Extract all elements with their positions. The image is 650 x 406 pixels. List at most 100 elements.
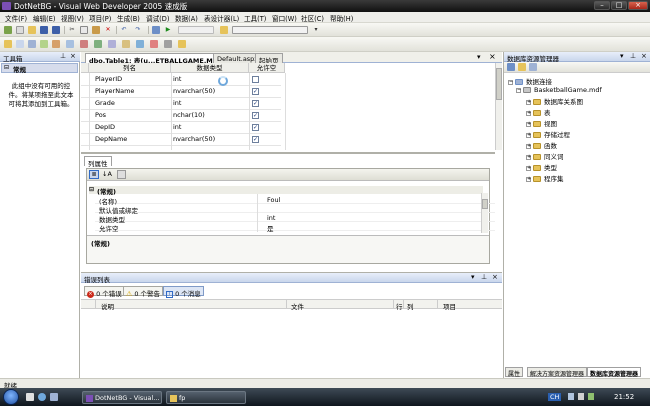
- toolbar-misc-icon-8[interactable]: [164, 40, 172, 48]
- menu-build[interactable]: 生成(B): [117, 13, 140, 23]
- relationships-icon[interactable]: [16, 40, 24, 48]
- save-icon[interactable]: [40, 26, 48, 34]
- connect-database-icon[interactable]: [518, 63, 526, 71]
- allow-nulls-checkbox[interactable]: ✓: [252, 100, 259, 107]
- check-constraints-icon[interactable]: [40, 40, 48, 48]
- error-list-pin-icon[interactable]: ⊥: [481, 273, 487, 281]
- db-close-icon[interactable]: ×: [641, 52, 647, 60]
- menu-edit[interactable]: 编辑(E): [33, 13, 56, 23]
- tree-node-folder[interactable]: + 表: [526, 107, 551, 117]
- paste-icon[interactable]: [92, 26, 100, 34]
- tab-table-designer[interactable]: dbo.Table1: 表(u...ETBALLGAME.MDF)*: [85, 53, 233, 65]
- allow-nulls-checkbox[interactable]: ✓: [252, 88, 259, 95]
- allow-nulls-checkbox[interactable]: ✓: [252, 136, 259, 143]
- error-list-close-icon[interactable]: ×: [492, 273, 498, 281]
- network-icon[interactable]: [588, 393, 594, 400]
- indexes-icon[interactable]: [28, 40, 36, 48]
- tree-node-folder[interactable]: + 函数: [526, 140, 557, 150]
- tab-start-page[interactable]: 起始页: [255, 53, 283, 65]
- tree-node-folder[interactable]: + 程序集: [526, 173, 564, 183]
- show-desktop-icon[interactable]: [26, 393, 34, 401]
- alphabetical-icon[interactable]: ↓A: [102, 170, 112, 178]
- property-group-general[interactable]: ⊟ (常规): [89, 186, 483, 196]
- open-icon[interactable]: [28, 26, 36, 34]
- messages-filter-button[interactable]: i 0 个消息: [163, 286, 204, 298]
- connect-server-icon[interactable]: [529, 63, 537, 71]
- data-type-cell[interactable]: nvarchar(50): [173, 85, 215, 97]
- primary-key-icon[interactable]: [4, 40, 12, 48]
- column-name-cell[interactable]: PlayerName: [95, 85, 134, 97]
- data-type-cell[interactable]: int: [173, 73, 181, 85]
- property-row[interactable]: 默认值或绑定: [95, 205, 495, 215]
- menu-project[interactable]: 项目(P): [89, 13, 111, 23]
- toolbar-misc-icon-3[interactable]: [94, 40, 102, 48]
- expand-icon[interactable]: +: [526, 99, 531, 105]
- refresh-icon[interactable]: [507, 63, 515, 71]
- tree-node-data-connections[interactable]: − 数据连接: [508, 76, 552, 86]
- warnings-filter-button[interactable]: ⚠ 0 个警告: [123, 286, 164, 298]
- column-header-column[interactable]: 列: [407, 301, 414, 311]
- property-scrollbar-thumb[interactable]: [482, 199, 488, 209]
- allow-nulls-checkbox[interactable]: [252, 76, 259, 83]
- new-project-icon[interactable]: [4, 26, 12, 34]
- navigate-icon[interactable]: [152, 26, 160, 34]
- toolbar-misc-icon[interactable]: [66, 40, 74, 48]
- menu-view[interactable]: 视图(V): [61, 13, 84, 23]
- column-header-project[interactable]: 项目: [443, 301, 456, 311]
- expand-icon[interactable]: +: [526, 165, 531, 171]
- allow-nulls-checkbox[interactable]: ✓: [252, 124, 259, 131]
- data-type-cell[interactable]: nvarchar(50): [173, 133, 215, 145]
- toolbox-close-icon[interactable]: ×: [70, 52, 76, 60]
- undo-icon[interactable]: ↶: [120, 26, 128, 34]
- allow-nulls-checkbox[interactable]: ✓: [252, 112, 259, 119]
- tab-database-explorer[interactable]: 数据库资源管理器: [587, 367, 642, 378]
- start-debug-icon[interactable]: ▶: [164, 26, 172, 34]
- toolbar-misc-icon-7[interactable]: [150, 40, 158, 48]
- expand-icon[interactable]: +: [526, 110, 531, 116]
- tree-node-folder[interactable]: + 存储过程: [526, 129, 570, 139]
- pin-icon[interactable]: ⊥: [60, 52, 66, 60]
- toolbox-section-general[interactable]: ⊟ 常规: [1, 63, 78, 74]
- tree-node-folder[interactable]: + 视图: [526, 118, 557, 128]
- db-pin-icon[interactable]: ⊥: [630, 52, 636, 60]
- column-name-cell[interactable]: DepID: [95, 121, 115, 133]
- column-properties-tab[interactable]: 列属性: [84, 156, 112, 168]
- error-list-menu-icon[interactable]: ▾: [471, 273, 475, 281]
- menu-tools[interactable]: 工具(T): [244, 13, 266, 23]
- data-type-cell[interactable]: int: [173, 97, 181, 109]
- tab-list-icon[interactable]: ▾: [477, 53, 481, 61]
- expand-icon[interactable]: +: [526, 143, 531, 149]
- taskbar-item-fp[interactable]: fp: [166, 391, 246, 404]
- menu-community[interactable]: 社区(C): [301, 13, 324, 23]
- toolbar-misc-icon-2[interactable]: [80, 40, 88, 48]
- column-name-cell[interactable]: DepName: [95, 133, 127, 145]
- column-header-description[interactable]: 说明: [101, 301, 114, 311]
- expand-icon[interactable]: +: [526, 132, 531, 138]
- solution-config-dropdown[interactable]: [178, 26, 214, 34]
- maximize-button[interactable]: □: [611, 1, 627, 10]
- column-name-cell[interactable]: Pos: [95, 109, 106, 121]
- expand-icon[interactable]: −: [508, 79, 513, 85]
- volume-icon[interactable]: [578, 393, 584, 400]
- column-name-cell[interactable]: PlayerID: [95, 73, 122, 85]
- find-dropdown-icon[interactable]: ▾: [312, 26, 320, 34]
- cut-icon[interactable]: ✂: [68, 26, 76, 34]
- close-button[interactable]: ×: [628, 1, 648, 10]
- tab-solution-explorer[interactable]: 解决方案资源管理器: [527, 367, 588, 378]
- find-combo[interactable]: [232, 26, 308, 34]
- tab-properties[interactable]: 属性: [505, 367, 524, 378]
- menu-debug[interactable]: 调试(D): [146, 13, 169, 23]
- new-file-icon[interactable]: [16, 26, 24, 34]
- property-scrollbar[interactable]: [481, 193, 488, 233]
- toolbar-misc-icon-6[interactable]: [136, 40, 144, 48]
- designer-scrollbar-thumb[interactable]: [496, 68, 502, 100]
- toolbar-misc-icon-4[interactable]: [108, 40, 116, 48]
- menu-file[interactable]: 文件(F): [5, 13, 27, 23]
- expand-icon[interactable]: −: [516, 87, 521, 93]
- expand-icon[interactable]: +: [526, 154, 531, 160]
- designer-scrollbar[interactable]: [495, 63, 502, 150]
- column-header-line[interactable]: 行: [396, 301, 403, 311]
- switch-windows-icon[interactable]: [50, 393, 58, 401]
- property-row[interactable]: 允许空 是: [95, 223, 495, 233]
- doc-close-icon[interactable]: ×: [489, 52, 496, 61]
